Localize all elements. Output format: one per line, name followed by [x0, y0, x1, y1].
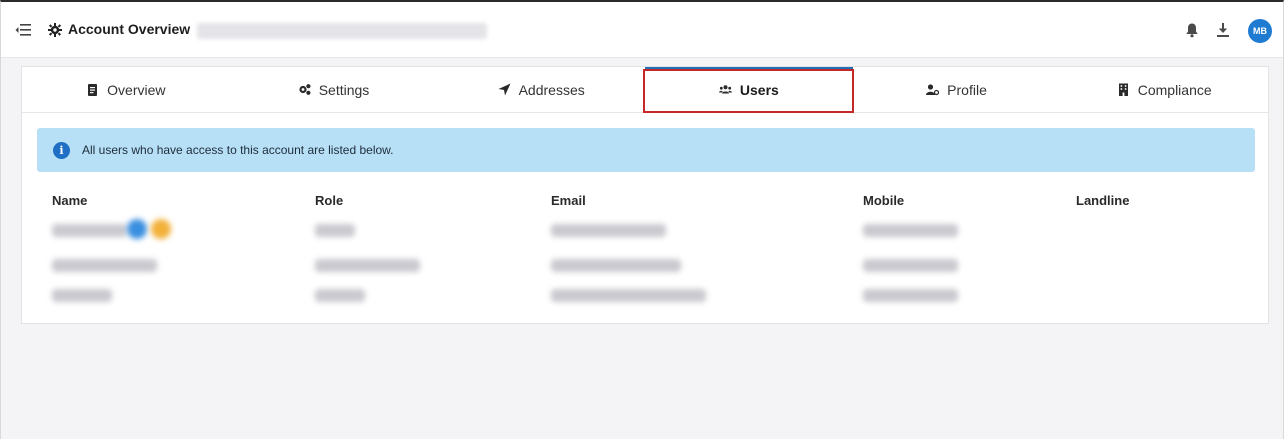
redacted-mobile — [863, 224, 958, 237]
info-banner: i All users who have access to this acco… — [37, 128, 1255, 172]
tab-label: Profile — [947, 81, 987, 98]
tab-label: Users — [739, 81, 779, 98]
tab-label: Addresses — [518, 81, 585, 98]
redacted-name — [52, 289, 112, 302]
account-subtitle-redacted — [197, 23, 487, 39]
column-header-landline: Landline — [1076, 193, 1130, 208]
cogs-icon — [299, 84, 311, 95]
redacted-email — [551, 289, 706, 302]
tab-label: Overview — [107, 81, 166, 98]
account-card: Overview Settings Addresses Users Profil… — [21, 66, 1269, 324]
user-badge-blue — [127, 219, 147, 239]
tab-label: Compliance — [1137, 81, 1212, 98]
redacted-mobile — [863, 289, 958, 302]
tab-bar: Overview Settings Addresses Users Profil… — [22, 67, 1268, 113]
app-window: Account Overview MB Overview Settings Ad… — [0, 0, 1284, 439]
redacted-email — [551, 224, 666, 237]
avatar[interactable]: MB — [1248, 19, 1272, 43]
tab-overview[interactable]: Overview — [22, 67, 230, 112]
user-badge-orange — [151, 219, 171, 239]
tab-label: Settings — [318, 81, 370, 98]
location-arrow-icon — [498, 83, 511, 96]
redacted-name — [52, 259, 157, 272]
tab-profile[interactable]: Profile — [853, 67, 1061, 112]
info-icon: i — [53, 141, 70, 159]
redacted-role — [315, 224, 355, 237]
redacted-email — [551, 259, 681, 272]
tab-settings[interactable]: Settings — [230, 67, 438, 112]
redacted-name — [52, 224, 127, 237]
building-icon — [1118, 83, 1128, 96]
column-header-role: Role — [315, 193, 344, 208]
menu-collapse-icon[interactable] — [15, 23, 31, 37]
top-bar: Account Overview MB — [1, 2, 1283, 58]
redacted-mobile — [863, 259, 958, 272]
column-header-name: Name — [52, 193, 88, 208]
redacted-role — [315, 259, 420, 272]
redacted-role — [315, 289, 365, 302]
gear-icon — [48, 23, 62, 37]
clipboard-icon — [88, 84, 98, 96]
page-title: Account Overview — [68, 21, 191, 37]
bell-icon[interactable] — [1185, 22, 1199, 38]
info-text: All users who have access to this accoun… — [82, 143, 394, 157]
tab-addresses[interactable]: Addresses — [437, 67, 645, 112]
users-icon — [718, 85, 732, 94]
download-icon[interactable] — [1216, 22, 1230, 38]
tab-users[interactable]: Users — [645, 67, 853, 112]
user-profile-icon — [926, 84, 940, 96]
column-header-email: Email — [551, 193, 586, 208]
tab-compliance[interactable]: Compliance — [1060, 67, 1268, 112]
column-header-mobile: Mobile — [863, 193, 905, 208]
